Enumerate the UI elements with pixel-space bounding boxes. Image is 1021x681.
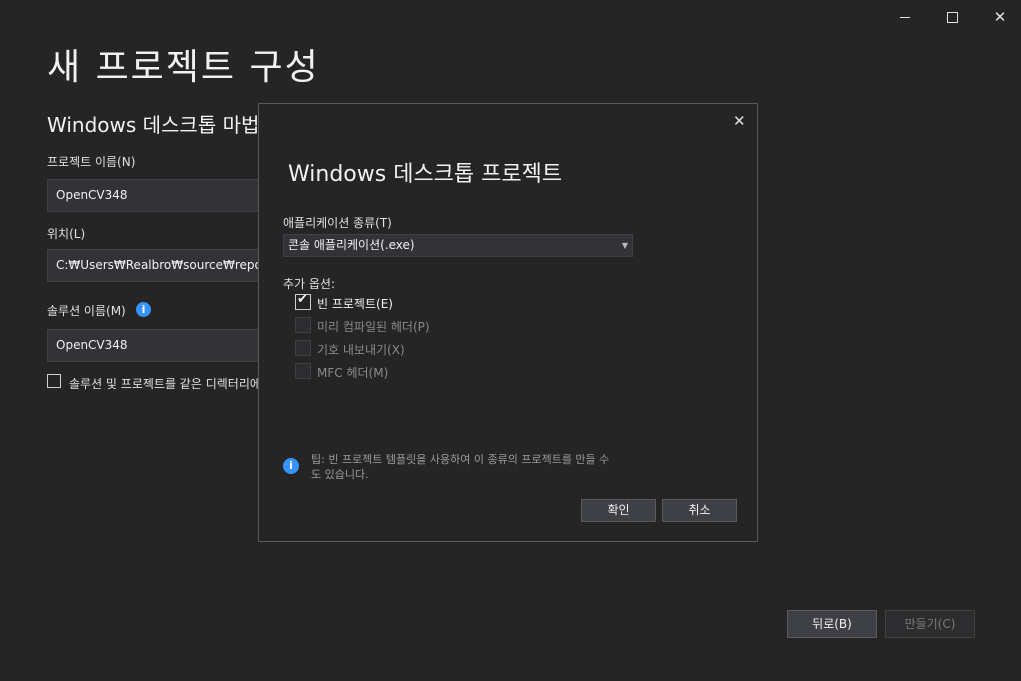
- close-window-button[interactable]: ✕: [985, 6, 1015, 28]
- info-icon[interactable]: i: [136, 302, 151, 317]
- precompiled-header-checkbox: [295, 317, 311, 333]
- export-symbols-label: 기호 내보내기(X): [317, 343, 405, 357]
- solution-name-label: 솔루션 이름(M): [47, 304, 126, 318]
- location-input[interactable]: C:₩Users₩Realbro₩source₩repos: [47, 249, 277, 282]
- mfc-headers-label: MFC 헤더(M): [317, 366, 389, 380]
- close-icon: ✕: [733, 112, 746, 130]
- desktop-project-dialog: ✕ Windows 데스크톱 프로젝트 애플리케이션 종류(T) 콘솔 애플리케…: [258, 103, 758, 542]
- minimize-icon: [900, 16, 910, 18]
- maximize-button[interactable]: [937, 6, 967, 28]
- tip-text: 팁: 빈 프로젝트 템플릿을 사용하여 이 종류의 프로젝트를 만들 수도 있습…: [311, 453, 610, 481]
- empty-project-checkbox[interactable]: ✔: [295, 292, 311, 310]
- solution-name-input[interactable]: OpenCV348: [47, 329, 277, 362]
- back-button[interactable]: 뒤로(B): [787, 610, 877, 638]
- empty-project-label[interactable]: 빈 프로젝트(E): [317, 295, 393, 312]
- close-icon: ✕: [993, 8, 1007, 26]
- project-name-input[interactable]: OpenCV348: [47, 179, 277, 212]
- additional-options-label: 추가 옵션:: [283, 277, 336, 291]
- export-symbols-checkbox: [295, 340, 311, 356]
- section-title: Windows 데스크톱 마법사: [47, 113, 278, 137]
- application-type-select[interactable]: 콘솔 애플리케이션(.exe) ▼: [283, 234, 633, 257]
- checkmark-icon: ✔: [297, 292, 308, 307]
- same-directory-checkbox[interactable]: [47, 374, 61, 388]
- minimize-button[interactable]: [890, 6, 920, 28]
- project-name-label: 프로젝트 이름(N): [47, 155, 136, 169]
- precompiled-header-label: 미리 컴파일된 헤더(P): [317, 320, 430, 334]
- application-type-value: 콘솔 애플리케이션(.exe): [288, 238, 415, 252]
- ok-button[interactable]: 확인: [581, 499, 656, 522]
- create-button: 만들기(C): [885, 610, 975, 638]
- maximize-icon: [946, 11, 958, 23]
- dialog-close-button[interactable]: ✕: [733, 112, 746, 130]
- cancel-button[interactable]: 취소: [662, 499, 737, 522]
- info-icon: i: [283, 458, 299, 474]
- page-title: 새 프로젝트 구성: [47, 47, 320, 88]
- application-type-label: 애플리케이션 종류(T): [283, 216, 392, 230]
- dialog-title: Windows 데스크톱 프로젝트: [288, 162, 563, 187]
- chevron-down-icon: ▼: [621, 241, 628, 250]
- location-label: 위치(L): [47, 227, 86, 241]
- mfc-headers-checkbox: [295, 363, 311, 379]
